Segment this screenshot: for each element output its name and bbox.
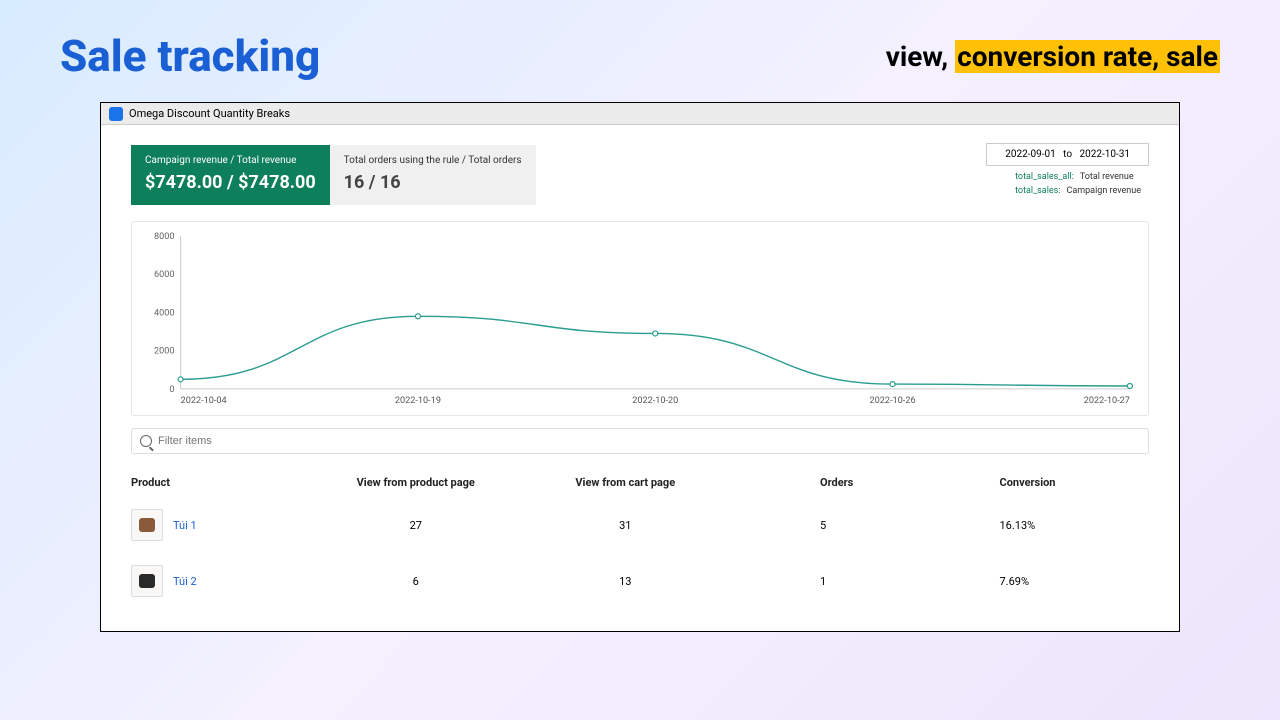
- revenue-value: $7478.00 / $7478.00: [145, 172, 316, 193]
- svg-text:2022-10-27: 2022-10-27: [1084, 396, 1130, 406]
- th-product: Product: [131, 476, 311, 489]
- svg-text:0: 0: [169, 385, 174, 395]
- orders-value: 16 / 16: [344, 172, 522, 193]
- app-name: Omega Discount Quantity Breaks: [129, 107, 290, 120]
- th-conversion: Conversion: [940, 476, 1150, 489]
- product-thumb: [131, 565, 163, 597]
- table-row: Túi 1 27 31 5 16.13%: [131, 497, 1149, 553]
- product-link[interactable]: Túi 2: [173, 575, 197, 588]
- page-title: Sale tracking: [60, 30, 320, 82]
- product-thumb: [131, 509, 163, 541]
- chart-legend: total_sales_all: Total revenue total_sal…: [1015, 171, 1141, 198]
- panel-header: Omega Discount Quantity Breaks: [101, 103, 1179, 125]
- products-table: Product View from product page View from…: [131, 468, 1149, 609]
- orders-card: Total orders using the rule / Total orde…: [330, 145, 536, 205]
- revenue-label: Campaign revenue / Total revenue: [145, 155, 316, 166]
- svg-text:8000: 8000: [154, 232, 175, 242]
- app-panel: Omega Discount Quantity Breaks Campaign …: [100, 102, 1180, 632]
- cell-orders: 1: [730, 575, 940, 588]
- page-subtitle: view, conversion rate, sale: [886, 40, 1220, 73]
- table-header: Product View from product page View from…: [131, 468, 1149, 497]
- cell-conversion: 7.69%: [940, 575, 1150, 588]
- svg-text:2022-10-19: 2022-10-19: [395, 396, 441, 406]
- search-icon: [140, 435, 152, 447]
- cell-orders: 5: [730, 519, 940, 532]
- svg-text:6000: 6000: [154, 270, 175, 280]
- cell-view-cart: 31: [521, 519, 731, 532]
- legend-key-1: total_sales:: [1015, 185, 1060, 199]
- revenue-chart: 8000 6000 4000 2000 0 2022-10-04 2022-10-19 202…: [131, 221, 1149, 416]
- th-view-product: View from product page: [311, 476, 521, 489]
- cell-view-product: 6: [311, 575, 521, 588]
- legend-val-0: Total revenue: [1080, 171, 1134, 185]
- svg-text:2022-10-20: 2022-10-20: [632, 396, 678, 406]
- svg-text:2022-10-04: 2022-10-04: [181, 396, 227, 406]
- legend-val-1: Campaign revenue: [1066, 185, 1141, 199]
- filter-box[interactable]: [131, 428, 1149, 454]
- svg-text:4000: 4000: [154, 309, 175, 319]
- orders-label: Total orders using the rule / Total orde…: [344, 155, 522, 166]
- filter-input[interactable]: [158, 435, 1140, 447]
- cell-conversion: 16.13%: [940, 519, 1150, 532]
- cell-view-cart: 13: [521, 575, 731, 588]
- product-link[interactable]: Túi 1: [173, 519, 197, 532]
- th-orders: Orders: [730, 476, 940, 489]
- svg-text:2022-10-26: 2022-10-26: [870, 396, 916, 406]
- cell-view-product: 27: [311, 519, 521, 532]
- date-range-picker[interactable]: 2022-09-01 to 2022-10-31: [986, 143, 1149, 166]
- app-icon: [109, 107, 123, 121]
- revenue-card: Campaign revenue / Total revenue $7478.0…: [131, 145, 330, 205]
- svg-text:2000: 2000: [154, 347, 175, 357]
- table-row: Túi 2 6 13 1 7.69%: [131, 553, 1149, 609]
- th-view-cart: View from cart page: [521, 476, 731, 489]
- legend-key-0: total_sales_all:: [1015, 171, 1074, 185]
